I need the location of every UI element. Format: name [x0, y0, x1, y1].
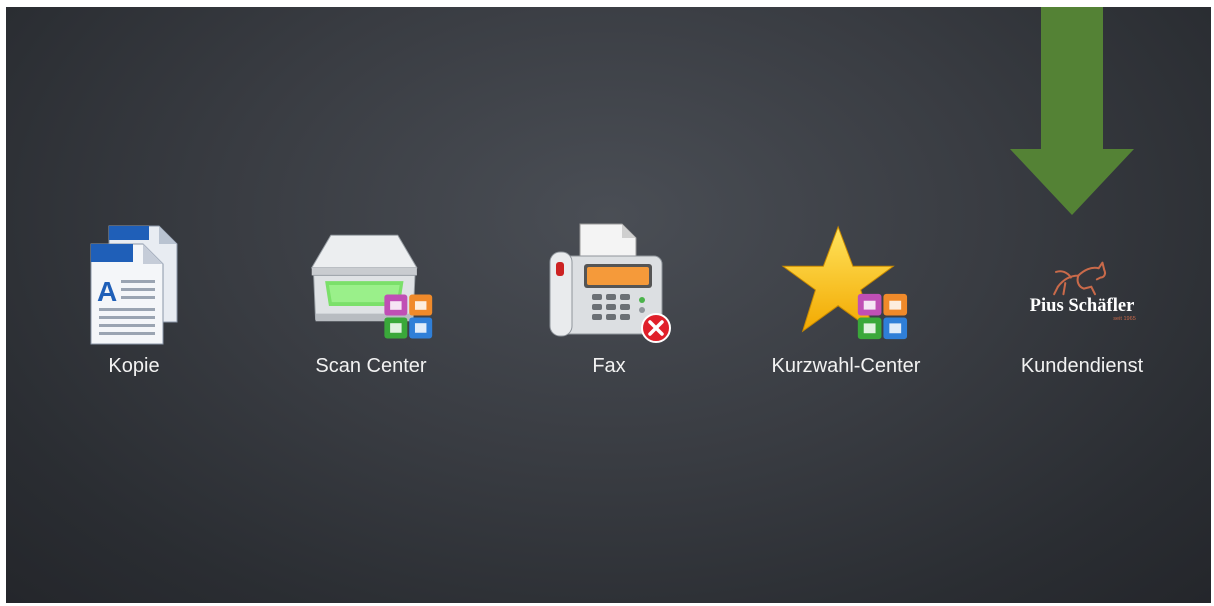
svg-text:A: A: [97, 276, 117, 307]
home-screen: A Kopie Scan Center Fax Kurzwahl-Center …: [6, 7, 1211, 603]
copy-document-icon: A: [69, 221, 199, 347]
app-label-fax: Fax: [592, 355, 626, 377]
fax-machine-icon: [544, 221, 674, 347]
app-tile-scan-center[interactable]: Scan Center: [261, 221, 481, 391]
app-label-kundendienst: Kundendienst: [1020, 355, 1144, 377]
brand-tagline: seit 1965: [1113, 316, 1136, 322]
app-tile-kundendienst[interactable]: Pius Schäfler seit 1965 Kundendienst: [972, 221, 1192, 391]
scanner-icon: [306, 221, 436, 347]
star-shortcut-icon: [781, 221, 911, 347]
green-arrow-annotation: [1010, 7, 1134, 215]
app-label-scan-center: Scan Center: [315, 355, 427, 377]
app-tile-fax[interactable]: Fax: [499, 221, 719, 391]
app-label-kurzwahl-center: Kurzwahl-Center: [771, 355, 921, 377]
brand-name: Pius Schäfler: [1030, 295, 1135, 316]
app-tile-kurzwahl-center[interactable]: Kurzwahl-Center: [736, 221, 956, 391]
app-tile-kopie[interactable]: A Kopie: [24, 221, 244, 391]
pius-schaefler-logo: Pius Schäfler seit 1965: [1017, 221, 1147, 347]
app-label-kopie: Kopie: [108, 355, 160, 377]
